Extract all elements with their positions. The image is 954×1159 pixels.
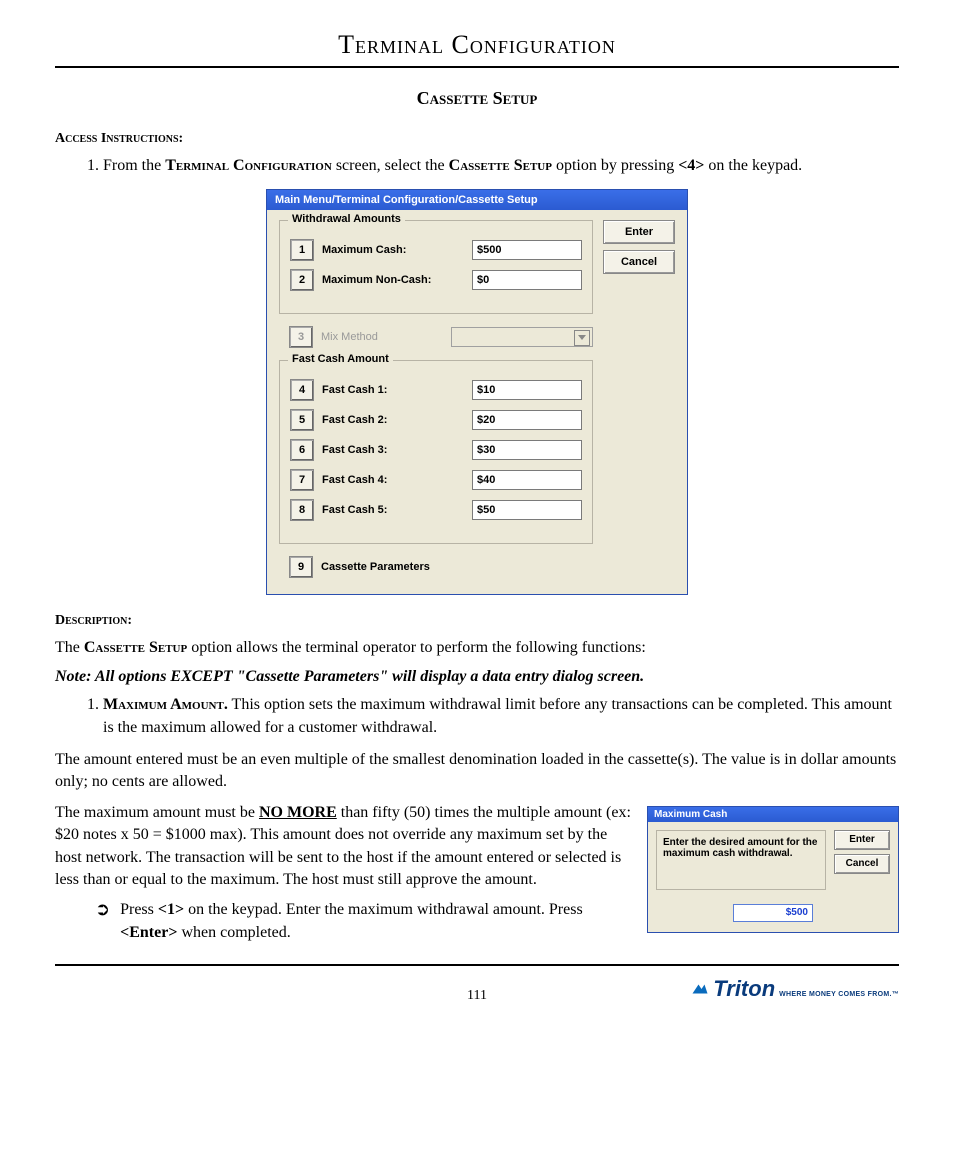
access-label: Access Instructions: (55, 131, 899, 147)
brand-mark-icon (691, 980, 709, 998)
mini-enter-button[interactable]: Enter (834, 830, 890, 850)
cassette-setup-dialog: Main Menu/Terminal Configuration/Cassett… (266, 189, 688, 595)
txt: The maximum amount must be (55, 804, 259, 821)
section-title: Cassette Setup (55, 88, 899, 109)
mini-prompt: Enter the desired amount for the maximum… (656, 830, 826, 890)
arrow-icon: ➲ (95, 899, 110, 921)
brand-tagline: WHERE MONEY COMES FROM.™ (779, 991, 899, 998)
description-para-3: The maximum amount must be NO MORE than … (55, 802, 633, 892)
brand-logo: Triton WHERE MONEY COMES FROM.™ (691, 976, 899, 1002)
fastcash4-label: Fast Cash 4: (322, 474, 464, 486)
txt-u: NO MORE (259, 804, 337, 821)
description-intro: The Cassette Setup option allows the ter… (55, 637, 899, 659)
keypad-4-button[interactable]: 4 (290, 379, 314, 401)
mini-cancel-button[interactable]: Cancel (834, 854, 890, 874)
txt: screen, select the (332, 157, 449, 174)
fastcash5-input[interactable]: $50 (472, 500, 582, 520)
instruction-bullet: ➲ Press <1> on the keypad. Enter the max… (95, 899, 633, 944)
mini-titlebar: Maximum Cash (648, 807, 898, 822)
mix-method-label: Mix Method (321, 331, 443, 343)
txt-sc: Terminal Configuration (165, 157, 332, 174)
keypad-8-button[interactable]: 8 (290, 499, 314, 521)
key-1: <1> (158, 901, 184, 918)
key-enter: <Enter> (120, 924, 177, 941)
max-cash-dialog: Maximum Cash Enter the desired amount fo… (647, 806, 899, 933)
txt-sc: Maximum Amount. (103, 696, 228, 713)
fastcash1-label: Fast Cash 1: (322, 384, 464, 396)
txt: option by pressing (552, 157, 678, 174)
max-cash-label: Maximum Cash: (322, 244, 464, 256)
txt: when completed. (177, 924, 290, 941)
keypad-7-button[interactable]: 7 (290, 469, 314, 491)
mix-method-combo (451, 327, 593, 347)
max-cash-input[interactable]: $500 (472, 240, 582, 260)
description-item-1: Maximum Amount. This option sets the max… (103, 694, 899, 739)
dialog-titlebar: Main Menu/Terminal Configuration/Cassett… (267, 190, 687, 210)
keypad-3-button: 3 (289, 326, 313, 348)
brand-name: Triton (713, 976, 775, 1002)
key-4: <4> (678, 157, 704, 174)
fastcash3-label: Fast Cash 3: (322, 444, 464, 456)
keypad-5-button[interactable]: 5 (290, 409, 314, 431)
group-fastcash-title: Fast Cash Amount (288, 353, 393, 365)
description-note: Note: All options EXCEPT "Cassette Param… (55, 666, 899, 688)
group-withdrawal: Withdrawal Amounts 1 Maximum Cash: $500 … (279, 220, 593, 314)
keypad-1-button[interactable]: 1 (290, 239, 314, 261)
txt-sc: Cassette Setup (84, 639, 187, 656)
footer-rule (55, 964, 899, 966)
fastcash5-label: Fast Cash 5: (322, 504, 464, 516)
header-rule (55, 66, 899, 68)
access-step-1: From the Terminal Configuration screen, … (103, 155, 899, 177)
cancel-button[interactable]: Cancel (603, 250, 675, 274)
description-label: Description: (55, 613, 899, 629)
fastcash4-input[interactable]: $40 (472, 470, 582, 490)
cassette-params-label: Cassette Parameters (321, 561, 593, 573)
keypad-9-button[interactable]: 9 (289, 556, 313, 578)
fastcash1-input[interactable]: $10 (472, 380, 582, 400)
fastcash3-input[interactable]: $30 (472, 440, 582, 460)
fastcash2-input[interactable]: $20 (472, 410, 582, 430)
keypad-2-button[interactable]: 2 (290, 269, 314, 291)
txt: option allows the terminal operator to p… (187, 639, 646, 656)
page-title: Terminal Configuration (55, 30, 899, 60)
description-para-2: The amount entered must be an even multi… (55, 749, 899, 794)
txt: on the keypad. Enter the maximum withdra… (184, 901, 583, 918)
max-noncash-input[interactable]: $0 (472, 270, 582, 290)
txt: on the keypad. (704, 157, 802, 174)
group-fastcash: Fast Cash Amount 4 Fast Cash 1: $10 5 Fa… (279, 360, 593, 544)
txt: Press (120, 901, 158, 918)
keypad-6-button[interactable]: 6 (290, 439, 314, 461)
max-noncash-label: Maximum Non-Cash: (322, 274, 464, 286)
page-number: 111 (467, 988, 487, 1004)
mini-amount-input[interactable]: $500 (733, 904, 813, 922)
txt: From the (103, 157, 165, 174)
txt-sc: Cassette Setup (449, 157, 552, 174)
txt: The (55, 639, 84, 656)
enter-button[interactable]: Enter (603, 220, 675, 244)
fastcash2-label: Fast Cash 2: (322, 414, 464, 426)
group-withdrawal-title: Withdrawal Amounts (288, 213, 405, 225)
